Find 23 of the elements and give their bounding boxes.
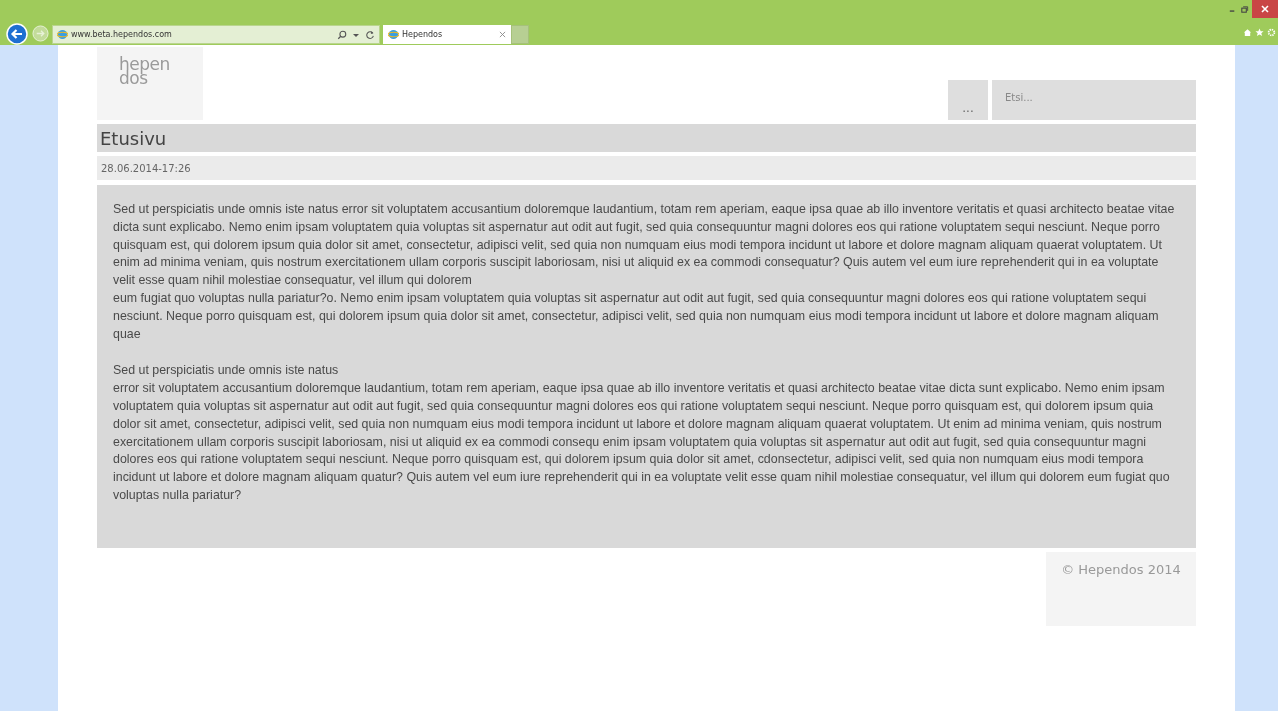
body-paragraph: Sed ut perspiciatis unde omnis iste natus error sit voluptatem accusantium doloremque laudantium, totam rem aperiam, eaque ipsa quae ab illo inventore veritatis et quasi architecto beatae vitae dicta sunt explicabo. Nemo enim ipsam voluptatem quia voluptas sit aspernatur aut odit aut fugit, sed quia consequuntur magni dolores eos qui ratione voluptatem sequi nesciunt. Neque porro quisquam est, qui dolorem ipsum quia dolor sit amet, consectetur, adipisci velit, sed quia non numquam eius modi tempora incidunt ut labore et dolore magnam aliquam quaerat voluptatem. Ut enim ad minima veniam, quis nostrum exercitationem ullam corporis suscipit laboriosam, nisi ut aliquid ex ea commodi consequatur? Quis autem vel eum iure reprehenderit qui in ea voluptate velit esse quam nihil molestiae consequatur, vel illum qui dolorem eum fugiat quo voluptas nulla pariatur?o. Nemo enim ipsam voluptatem quia voluptas sit aspernatur aut odit aut fugit, sed quia consequuntur magni dolores eos qui ratione voluptatem sequi nesciunt. Neque porro quisquam est, qui dolorem ipsum quia dolor sit amet, consectetur, adipisci velit, sed quia non numquam eius modi tempora incidunt ut labore et dolore magnam aliquam quae <box>113 201 1176 343</box>
star-icon[interactable] <box>1255 28 1264 37</box>
back-icon[interactable] <box>6 23 28 45</box>
close-icon[interactable] <box>1252 0 1278 18</box>
globe-icon <box>388 29 399 40</box>
body-paragraph: Sed ut perspiciatis unde omnis iste natus error sit voluptatem accusantium doloremque laudantium, totam rem aperiam, eaque ipsa quae ab illo inventore veritatis et quasi architecto beatae vitae dicta sunt explicabo. Nemo enim ipsam voluptatem quia voluptas sit aspernatur aut odit aut fugit, sed quia consequuntur magni dolores eos qui ratione voluptatem sequi nesciunt. Neque porro quisquam est, qui dolorem ipsum quia dolor sit amet, consectetur, adipisci velit, sed quia non numquam eius modi tempora incidunt ut labore et dolore magnam aliquam quaerat voluptatem. Ut enim ad minima veniam, quis nostrum exercitationem ullam corporis suscipit laboriosam, nisi ut aliquid ex ea commodi consequ enim ipsam voluptatem quia voluptas sit aspernatur aut odit aut fugit, sed quia consequuntur magni dolores eos qui ratione voluptatem sequi nesciunt. Neque porro quisquam est, qui dolorem ipsum quia dolor sit amet, cdonsectetur, adipisci velit, sed quia non numquam eius modi tempora incidunt ut labore et dolore magnam aliquam quatur? Quis autem vel eum iure reprehenderit qui in ea voluptate velit esse quam nihil molestiae consequatur, vel illum qui dolorem eum fugiat quo voluptas nulla pariatur? <box>113 362 1171 504</box>
settings-icon[interactable] <box>1267 28 1276 37</box>
close-tab-icon[interactable] <box>499 31 506 38</box>
url-text: www.beta.hependos.com <box>71 30 172 39</box>
search-field[interactable]: Etsi... <box>992 80 1196 120</box>
home-icon[interactable] <box>1243 28 1252 37</box>
refresh-icon[interactable] <box>365 29 375 40</box>
globe-icon <box>57 29 68 40</box>
dropdown-icon[interactable] <box>353 31 359 38</box>
browser-tab[interactable]: Hependos <box>383 25 511 44</box>
copyright-text: © Hependos 2014 <box>1061 562 1181 579</box>
tab-title: Hependos <box>402 30 443 39</box>
post-date: 28.06.2014-17:26 <box>101 162 191 174</box>
menu-button[interactable]: ... <box>948 80 988 120</box>
page-title: Etusivu <box>100 127 167 149</box>
address-bar[interactable]: www.beta.hependos.com <box>52 25 380 44</box>
search-icon[interactable] <box>337 29 347 40</box>
restore-icon[interactable] <box>1240 4 1249 14</box>
